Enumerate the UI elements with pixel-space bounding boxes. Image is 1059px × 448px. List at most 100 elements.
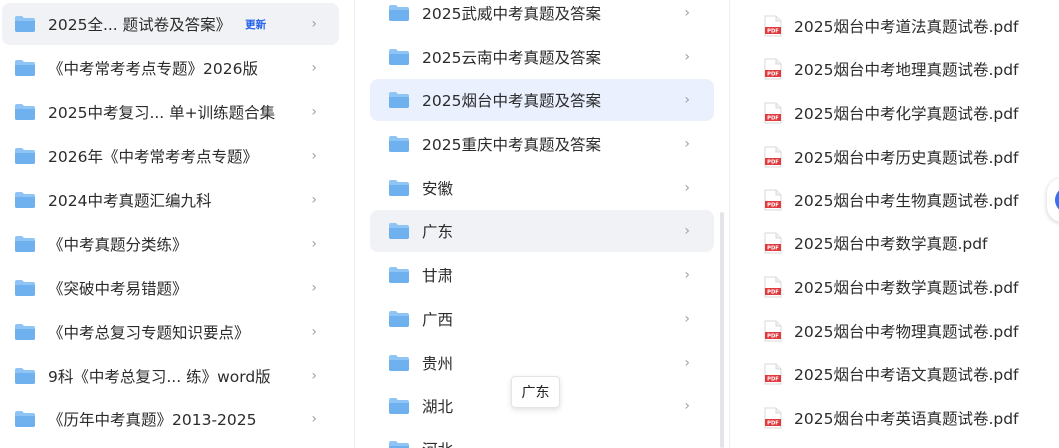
folder-label: 广东 [422,223,454,241]
folder-label: 《突破中考易错题》 [48,280,188,298]
file-item[interactable]: PDF 2025烟台中考数学真题试卷.pdf [732,266,1059,308]
folder-item[interactable]: 2025武威中考真题及答案 › [370,0,714,34]
file-name: 2025烟台中考历史真题试卷.pdf [794,149,1019,167]
pdf-file-icon: PDF [764,102,782,124]
folder-label: 2025武威中考真题及答案 [422,5,601,23]
folder-label: 《历年中考真题》2013-2025 [48,411,257,429]
column-divider [729,0,730,448]
folder-icon [389,355,409,371]
chevron-right-icon: › [684,49,690,65]
folder-item[interactable]: 2026年《中考常考考点专题》 › [2,135,339,177]
svg-text:PDF: PDF [767,334,779,340]
file-name: 2025烟台中考语文真题试卷.pdf [794,366,1019,384]
folder-icon [15,280,35,296]
pdf-file-icon: PDF [764,15,782,37]
folder-item[interactable]: 2025云南中考真题及答案 › [370,36,714,78]
folder-label: 《中考总复习专题知识要点》 [48,324,250,342]
folder-icon [15,411,35,427]
folder-icon [389,49,409,65]
folder-icon [15,60,35,76]
folder-icon [15,324,35,340]
file-name: 2025烟台中考数学真题试卷.pdf [794,279,1019,297]
svg-text:PDF: PDF [767,116,779,122]
folder-icon [15,104,35,120]
file-item[interactable]: PDF 2025烟台中考生物真题试卷.pdf [732,179,1059,221]
chevron-right-icon: › [684,398,690,414]
file-item[interactable]: PDF 2025烟台中考化学真题试卷.pdf [732,92,1059,134]
pdf-file-icon: PDF [764,232,782,254]
folder-item[interactable]: 2024中考真题汇编九科 › [2,179,339,221]
svg-text:PDF: PDF [767,72,779,78]
chevron-right-icon: › [684,180,690,196]
chevron-right-icon: › [311,60,317,76]
chevron-right-icon: › [684,355,690,371]
folder-label: 2025重庆中考真题及答案 [422,136,601,154]
chevron-right-icon: › [311,368,317,384]
chevron-right-icon: › [311,192,317,208]
file-column: PDF 2025烟台中考道法真题试卷.pdf PDF 2025烟台中考地理真题试… [732,0,1059,448]
folder-icon [389,223,409,239]
chevron-right-icon: › [684,5,690,21]
folder-item[interactable]: 2025中考复习... 单+训练题合集 › [2,91,339,133]
folder-icon [389,267,409,283]
folder-label: 2025云南中考真题及答案 [422,49,601,67]
pdf-file-icon: PDF [764,58,782,80]
chevron-right-icon: › [311,148,317,164]
folder-label: 贵州 [422,355,454,373]
folder-icon [389,180,409,196]
folder-item[interactable]: 广西 › [370,298,714,340]
file-item[interactable]: PDF 2025烟台中考地理真题试卷.pdf [732,48,1059,90]
file-item[interactable]: PDF 2025烟台中考道法真题试卷.pdf [732,5,1059,47]
file-name: 2025烟台中考生物真题试卷.pdf [794,192,1019,210]
folder-item[interactable]: 安徽 › [370,167,714,209]
assistant-icon [1055,187,1059,213]
column-2-scrollbar[interactable] [720,212,724,448]
file-item[interactable]: PDF 2025烟台中考英语真题试卷.pdf [732,397,1059,439]
folder-label: 甘肃 [422,267,454,285]
folder-item[interactable]: 2025重庆中考真题及答案 › [370,123,714,165]
pdf-file-icon: PDF [764,276,782,298]
folder-label: 广西 [422,311,454,329]
tooltip: 广东 [511,376,560,408]
folder-label: 2025烟台中考真题及答案 [422,92,601,110]
folder-icon [389,398,409,414]
folder-icon [15,192,35,208]
chevron-right-icon: › [311,280,317,296]
file-item[interactable]: PDF 2025烟台中考物理真题试卷.pdf [732,310,1059,352]
file-item[interactable]: PDF 2025烟台中考数学真题.pdf [732,222,1059,264]
folder-label: 安徽 [422,180,454,198]
file-item[interactable]: PDF 2025烟台中考语文真题试卷.pdf [732,353,1059,395]
folder-item[interactable]: 2025全... 题试卷及答案》 更新 › [2,3,339,45]
folder-label: 河北 [422,438,453,448]
folder-item[interactable]: 《中考真题分类练》 › [2,223,339,265]
folder-item[interactable]: 《中考总复习专题知识要点》 › [2,311,339,353]
folder-icon [389,92,409,108]
folder-label: 2024中考真题汇编九科 [48,192,212,210]
folder-label: 《中考真题分类练》 [48,236,188,254]
folder-icon [15,16,35,32]
chevron-right-icon: › [311,411,317,427]
file-item[interactable]: PDF 2025烟台中考历史真题试卷.pdf [732,136,1059,178]
folder-item[interactable]: 河北 [370,428,714,448]
folder-item[interactable]: 《突破中考易错题》 › [2,267,339,309]
file-name: 2025烟台中考化学真题试卷.pdf [794,105,1019,123]
file-name: 2025烟台中考数学真题.pdf [794,235,988,253]
svg-text:PDF: PDF [767,290,779,296]
floating-assistant-button[interactable] [1047,178,1059,222]
folder-icon [15,148,35,164]
folder-item[interactable]: 《中考常考考点专题》2026版 › [2,47,339,89]
svg-text:PDF: PDF [767,421,779,427]
chevron-right-icon: › [684,267,690,283]
folder-item-selected[interactable]: 2025烟台中考真题及答案 › [370,79,714,121]
folder-item[interactable]: 9科《中考总复习... 练》word版 › [2,355,339,397]
pdf-file-icon: PDF [764,320,782,342]
folder-label: 2026年《中考常考考点专题》 [48,148,258,166]
folder-icon [389,441,409,448]
pdf-file-icon: PDF [764,189,782,211]
folder-item-hovered[interactable]: 广东 › [370,210,714,252]
pdf-file-icon: PDF [764,146,782,168]
chevron-right-icon: › [311,236,317,252]
folder-item[interactable]: 《历年中考真题》2013-2025 › [2,398,339,440]
svg-text:PDF: PDF [767,160,779,166]
folder-item[interactable]: 甘肃 › [370,254,714,296]
